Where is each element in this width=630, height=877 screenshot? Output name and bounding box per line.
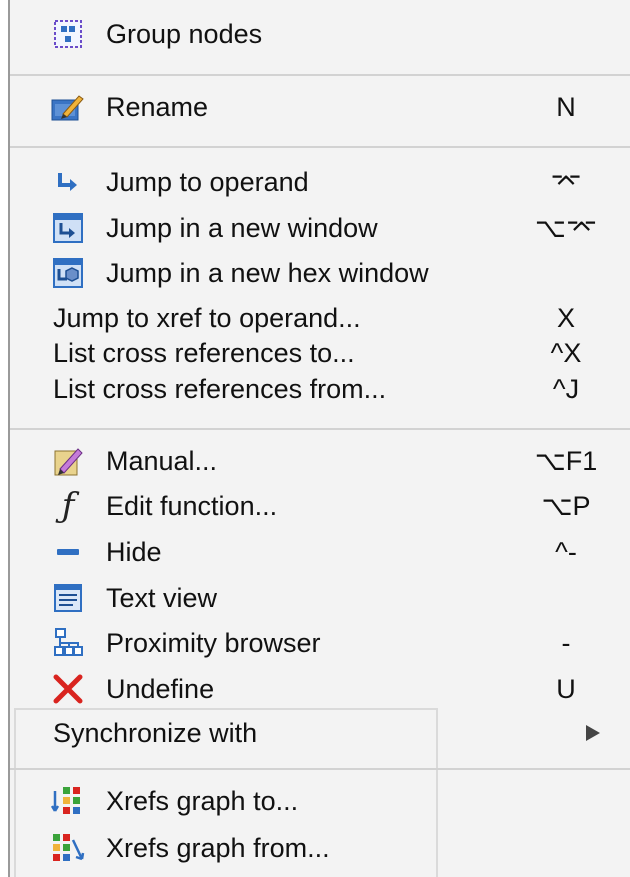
- xrefs-to-icon: [50, 783, 86, 819]
- menu-item-shortcut: ⌤: [550, 166, 582, 197]
- menu-item-label: Manual...: [106, 445, 218, 476]
- menu-item-label: Edit function...: [106, 490, 278, 521]
- menu-item-shortcut: X: [556, 302, 575, 333]
- menu-separator: [10, 146, 630, 148]
- menu-item-shortcut: ⌥F1: [534, 445, 598, 476]
- menu-item-label: Xrefs graph from...: [106, 832, 330, 863]
- menu-item-label: Rename: [106, 91, 209, 122]
- menu-separator: [10, 74, 630, 76]
- menu-item-jump-new-hex-window[interactable]: Jump in a new hex window: [10, 250, 630, 296]
- menu-item-shortcut: N: [556, 91, 576, 122]
- menu-item-xrefs-graph-from[interactable]: Xrefs graph from...: [10, 825, 630, 871]
- menu-item-label: Proximity browser: [106, 627, 321, 658]
- menu-item-manual[interactable]: Manual... ⌥F1: [10, 438, 630, 484]
- menu-item-shortcut: ⌥P: [541, 490, 591, 521]
- menu-item-jump-new-window[interactable]: Jump in a new window ⌥⌤: [10, 205, 630, 251]
- menu-items: Group nodes Rename N Jump to operand ⌤ J…: [10, 0, 630, 877]
- menu-item-group-nodes[interactable]: Group nodes: [10, 11, 630, 57]
- menu-item-proximity-browser[interactable]: Proximity browser -: [10, 620, 630, 666]
- menu-item-shortcut: ^J: [552, 373, 580, 404]
- menu-item-label: Undefine: [106, 673, 215, 704]
- hex-window-icon: [50, 255, 86, 291]
- menu-item-text-view[interactable]: Text view: [10, 575, 630, 621]
- menu-item-label: Hide: [106, 536, 162, 567]
- menu-item-list-xrefs-from[interactable]: List cross references from... ^J: [10, 366, 630, 412]
- rename-icon: [50, 89, 86, 125]
- menu-item-edit-function[interactable]: ƒ Edit function... ⌥P: [10, 483, 630, 529]
- context-menu: Group nodes Rename N Jump to operand ⌤ J…: [8, 0, 630, 877]
- menu-separator: [10, 768, 630, 770]
- menu-item-xrefs-graph-to[interactable]: Xrefs graph to...: [10, 778, 630, 824]
- menu-item-label: List cross references from...: [53, 373, 387, 404]
- menu-item-undefine[interactable]: Undefine U: [10, 666, 630, 712]
- menu-item-label: Group nodes: [106, 18, 263, 49]
- menu-item-label: List cross references to...: [53, 337, 355, 368]
- menu-item-label: Jump in a new window: [106, 212, 378, 243]
- function-icon: ƒ: [61, 486, 75, 526]
- menu-item-label: Jump to xref to operand...: [53, 302, 361, 333]
- menu-separator: [10, 428, 630, 430]
- menu-item-synchronize-with[interactable]: Synchronize with: [10, 710, 630, 756]
- menu-item-rename[interactable]: Rename N: [10, 84, 630, 130]
- menu-item-shortcut: U: [556, 673, 576, 704]
- menu-item-shortcut: ⌥⌤: [534, 212, 598, 243]
- minus-icon: [50, 534, 86, 570]
- submenu-arrow-icon: [586, 725, 600, 741]
- menu-item-shortcut: ^X: [550, 337, 582, 368]
- pencil-ruler-icon: [50, 443, 86, 479]
- text-view-icon: [50, 580, 86, 616]
- jump-window-icon: [50, 210, 86, 246]
- menu-item-shortcut: -: [561, 627, 571, 658]
- group-nodes-icon: [50, 16, 86, 52]
- red-x-icon: [50, 671, 86, 707]
- menu-item-label: Text view: [106, 582, 218, 613]
- hierarchy-icon: [50, 625, 86, 661]
- menu-item-label: Synchronize with: [53, 717, 258, 748]
- menu-item-label: Jump in a new hex window: [106, 257, 429, 288]
- xrefs-from-icon: [50, 830, 86, 866]
- menu-item-hide[interactable]: Hide ^-: [10, 529, 630, 575]
- menu-item-label: Jump to operand: [106, 166, 309, 197]
- menu-item-jump-to-operand[interactable]: Jump to operand ⌤: [10, 159, 630, 205]
- jump-arrow-icon: [50, 164, 86, 200]
- menu-item-shortcut: ^-: [555, 536, 577, 567]
- menu-item-label: Xrefs graph to...: [106, 785, 299, 816]
